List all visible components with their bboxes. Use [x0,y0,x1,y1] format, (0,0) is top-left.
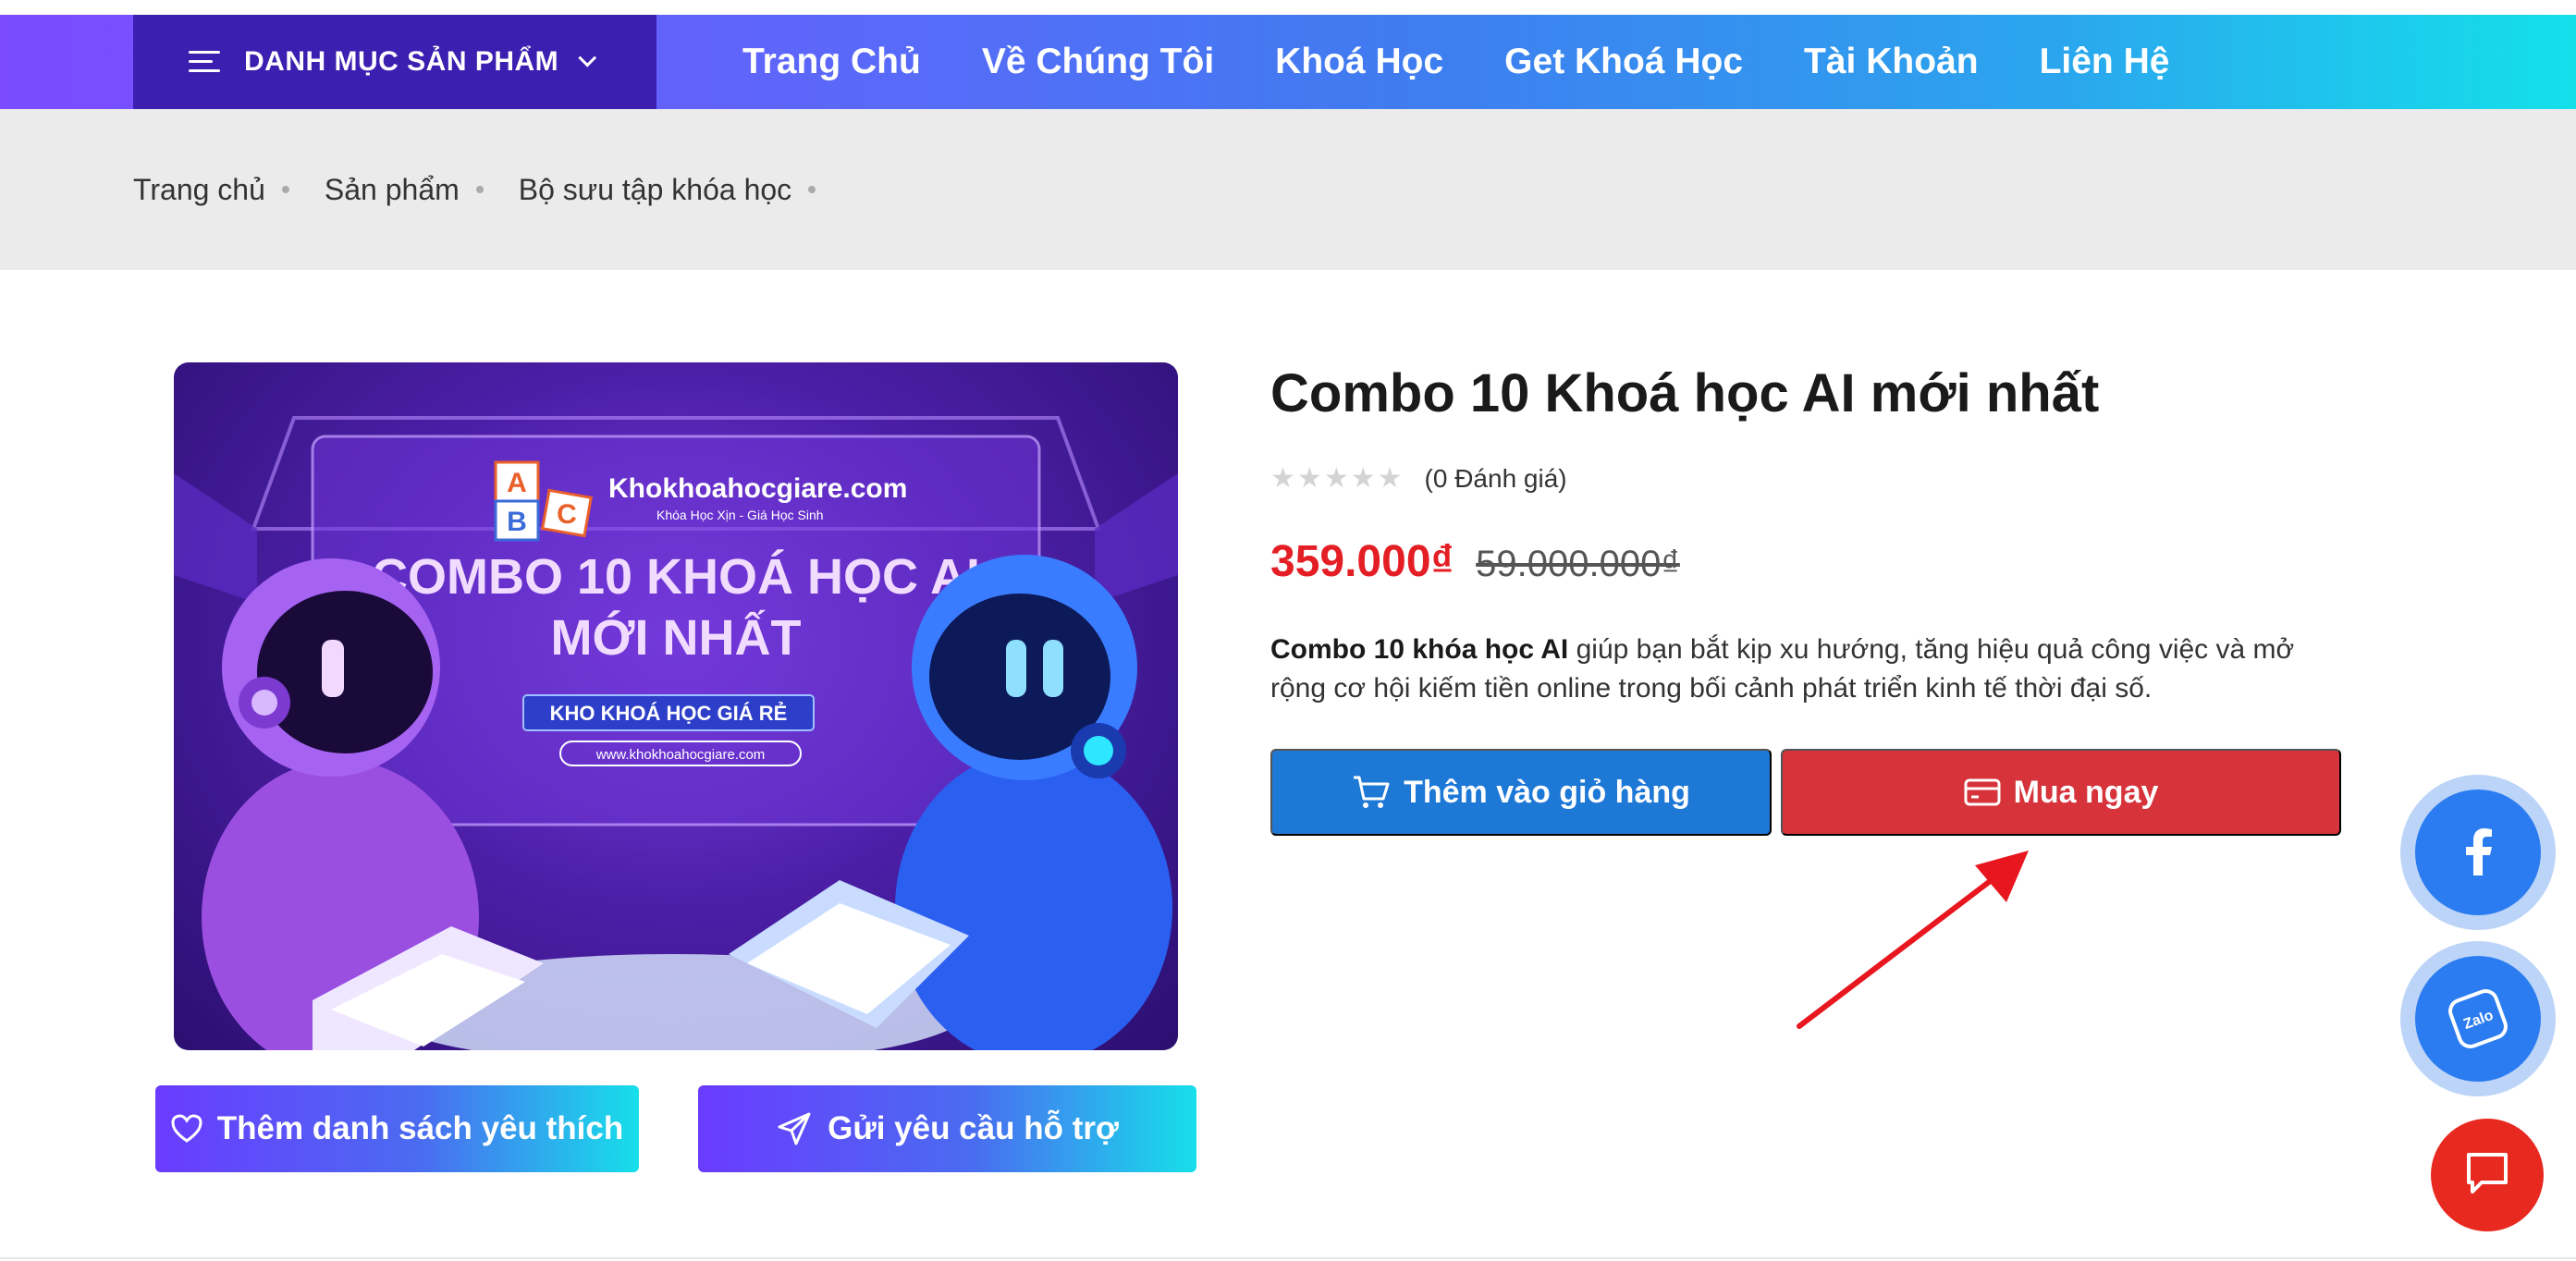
chevron-down-icon [578,48,597,67]
chat-bubble-icon [2463,1151,2511,1200]
star-icon: ★ [1270,463,1295,494]
block-a: A [507,468,527,498]
brand-text: Khokhoahocgiare.com [608,473,907,504]
block-b: B [507,507,527,537]
send-support-request-label: Gửi yêu cầu hỗ trợ [828,1110,1119,1146]
zalo-button[interactable]: Zalo [2400,941,2556,1096]
nav-link-home[interactable]: Trang Chủ [742,42,921,82]
rating-count[interactable]: (0 Đánh giá) [1425,464,1567,494]
section-divider [0,1257,2576,1259]
banner-url: www.khokhoahocgiare.com [595,747,766,763]
add-to-wishlist-button[interactable]: Thêm danh sách yêu thích [155,1085,639,1172]
breadcrumb: Trang chủ Sản phẩm Bộ sưu tập khóa học [133,109,851,270]
zalo-icon: Zalo [2415,956,2541,1082]
product-description: Combo 10 khóa học AI giúp bạn bắt kịp xu… [1270,630,2343,708]
product-title: Combo 10 Khoá học AI mới nhất [1270,363,2100,423]
product-rating: ★ ★ ★ ★ ★ (0 Đánh giá) [1270,462,1567,495]
add-to-cart-label: Thêm vào giỏ hàng [1404,774,1690,810]
buy-now-label: Mua ngay [2013,774,2159,810]
star-icon: ★ [1377,463,1403,494]
rating-stars[interactable]: ★ ★ ★ ★ ★ [1270,462,1405,495]
breadcrumb-home[interactable]: Trang chủ [133,173,265,207]
send-support-request-button[interactable]: Gửi yêu cầu hỗ trợ [698,1085,1196,1172]
star-icon: ★ [1323,463,1349,494]
breadcrumb-separator [281,186,289,193]
breadcrumb-separator [475,186,484,193]
add-to-cart-button[interactable]: Thêm vào giỏ hàng [1270,749,1772,836]
description-highlight: Combo 10 khóa học AI [1270,634,1569,665]
banner-headline-1: COMBO 10 KHOÁ HỌC AI [372,549,980,605]
annotation-arrow-icon [1797,851,2029,1029]
banner-badge: KHO KHOÁ HỌC GIÁ RẺ [550,702,788,725]
sale-price: 359.000₫ [1270,537,1454,586]
hamburger-icon [189,49,220,75]
facebook-icon [2415,790,2541,915]
facebook-button[interactable] [2400,775,2556,930]
buy-now-button[interactable]: Mua ngay [1781,749,2341,836]
nav-link-account[interactable]: Tài Khoản [1804,42,1979,82]
add-to-wishlist-label: Thêm danh sách yêu thích [216,1110,624,1146]
credit-card-icon [1964,777,2001,807]
nav-link-about[interactable]: Về Chúng Tôi [982,42,1214,82]
main-menu: Trang Chủ Về Chúng Tôi Khoá Học Get Khoá… [742,15,2230,109]
product-image[interactable]: A B C Khokhoahocgiare.com Khóa Học Xịn -… [174,362,1178,1050]
star-icon: ★ [1350,463,1376,494]
category-menu-button[interactable]: DANH MỤC SẢN PHẨM [133,15,656,109]
zalo-label: Zalo [2461,1008,2496,1033]
product-banner-art: A B C Khokhoahocgiare.com Khóa Học Xịn -… [174,416,1178,1050]
original-price: 59.000.000₫ [1476,544,1680,584]
breadcrumb-separator [808,186,816,193]
breadcrumb-products[interactable]: Sản phẩm [325,173,460,207]
banner-headline-2: MỚI NHẤT [550,610,801,666]
block-c: C [557,499,577,530]
product-price: 359.000₫ 59.000.000₫ [1270,536,1680,587]
chat-button[interactable] [2431,1119,2544,1231]
cart-icon [1352,775,1391,810]
breadcrumb-collection[interactable]: Bộ sưu tập khóa học [519,173,791,207]
breadcrumb-band: Trang chủ Sản phẩm Bộ sưu tập khóa học [0,109,2576,270]
top-navigation: DANH MỤC SẢN PHẨM Trang Chủ Về Chúng Tôi… [0,15,2576,109]
nav-link-courses[interactable]: Khoá Học [1275,42,1443,82]
heart-icon [171,1114,202,1144]
brand-tagline: Khóa Học Xịn - Giá Học Sinh [656,508,824,522]
star-icon: ★ [1296,463,1322,494]
nav-link-get-course[interactable]: Get Khoá Học [1504,42,1743,82]
category-menu-label: DANH MỤC SẢN PHẨM [244,46,559,77]
right-robot-illustration [895,555,1172,1050]
send-icon [776,1110,813,1147]
nav-link-contact[interactable]: Liên Hệ [2040,42,2170,82]
